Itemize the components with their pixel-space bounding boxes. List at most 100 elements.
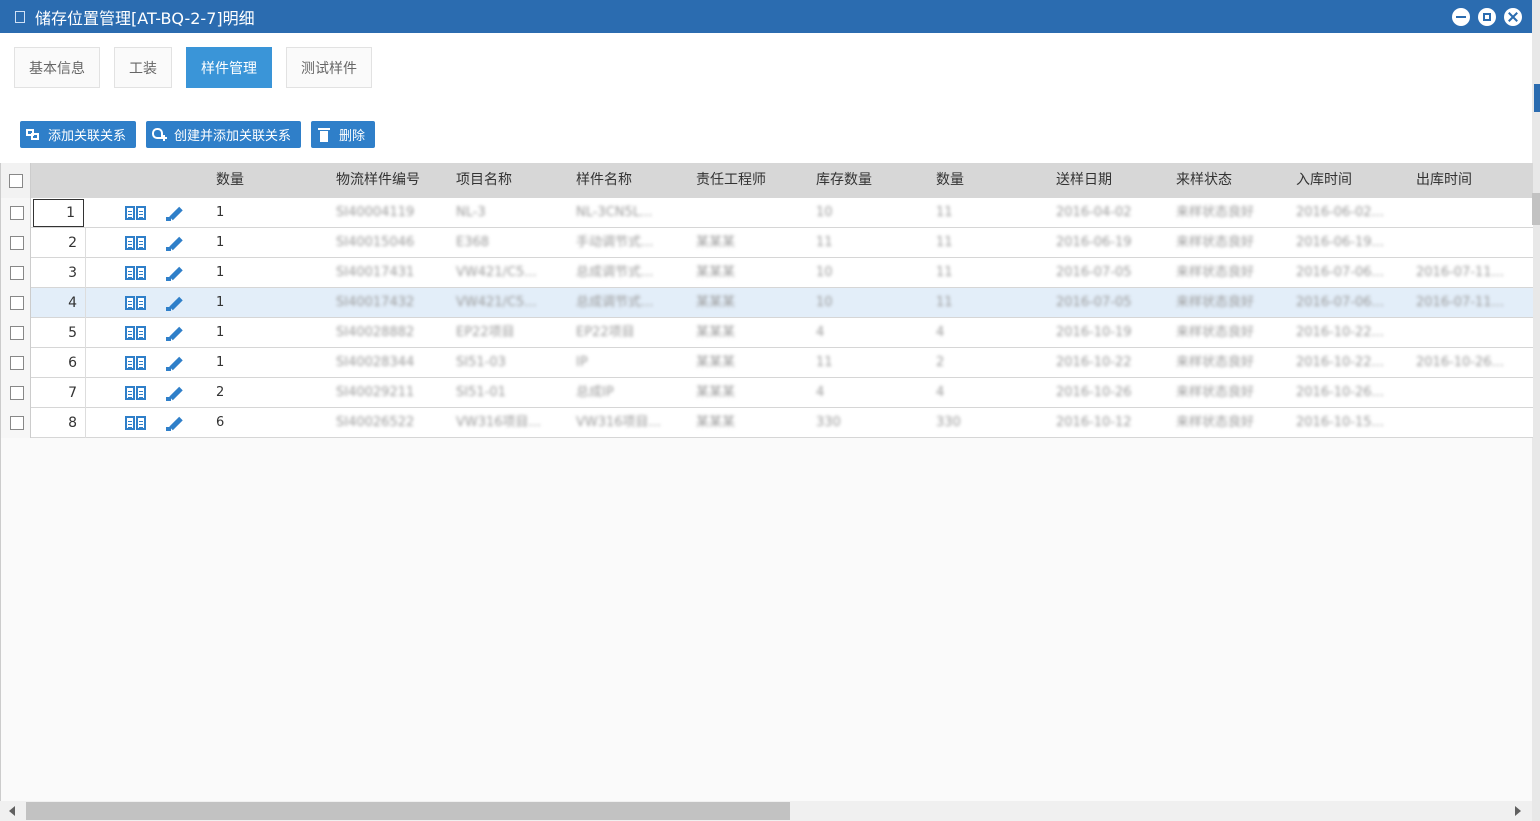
view-details-icon[interactable] — [125, 236, 146, 250]
row-checkbox[interactable] — [10, 206, 24, 220]
cell-engineer: 某某某 — [696, 325, 736, 340]
horizontal-scrollbar[interactable] — [0, 801, 1532, 821]
cell-out-time: 2016-07-11... — [1416, 295, 1504, 310]
window-titlebar: 储存位置管理[AT-BQ-2-7]明细 — [0, 0, 1532, 33]
row-checkbox[interactable] — [10, 416, 24, 430]
cell-engineer: 某某某 — [696, 265, 736, 280]
table-row[interactable]: 3 1 SI40017431 VW421/C5... 总成调节式... 某某某 10 11 20… — [1, 258, 1533, 288]
scroll-right-icon[interactable] — [1515, 806, 1521, 816]
edit-icon[interactable] — [166, 205, 183, 221]
header-checkbox-cell — [1, 163, 31, 198]
cell-count: 11 — [936, 265, 953, 280]
vertical-scroll-thumb[interactable] — [1532, 193, 1540, 225]
cell-stock: 4 — [816, 325, 825, 340]
cell-in-time: 2016-10-15... — [1296, 415, 1384, 430]
edit-icon[interactable] — [166, 325, 183, 341]
cell-count: 11 — [936, 295, 953, 310]
view-details-icon[interactable] — [125, 416, 146, 430]
view-details-icon[interactable] — [125, 326, 146, 340]
row-index: 2 — [32, 228, 86, 258]
row-index: 5 — [32, 318, 86, 348]
cell-qty: 6 — [216, 415, 225, 430]
view-details-icon[interactable] — [125, 296, 146, 310]
col-stock[interactable]: 库存数量 — [816, 163, 872, 198]
col-send-date[interactable]: 送样日期 — [1056, 163, 1112, 198]
table-row[interactable]: 2 1 SI40015046 E368 手动调节式... 某某某 11 11 2016-06-1… — [1, 228, 1533, 258]
cell-status: 来样状态良好 — [1176, 235, 1255, 250]
view-details-icon[interactable] — [125, 386, 146, 400]
cell-stock: 10 — [816, 205, 833, 220]
view-details-icon[interactable] — [125, 266, 146, 280]
cell-status: 来样状态良好 — [1176, 415, 1255, 430]
select-all-checkbox[interactable] — [9, 174, 23, 188]
cell-count: 4 — [936, 325, 945, 340]
cell-qty: 1 — [216, 265, 225, 280]
cell-project: VW421/C5... — [456, 295, 537, 310]
table-row[interactable]: 5 1 SI40028882 EP22项目 EP22项目 某某某 4 4 2016-10-19 来… — [1, 318, 1533, 348]
create-add-relation-button[interactable]: 创建并添加关联关系 — [146, 121, 302, 148]
edit-icon[interactable] — [166, 265, 183, 281]
delete-button[interactable]: 删除 — [311, 121, 376, 148]
row-checkbox[interactable] — [10, 296, 24, 310]
edit-icon[interactable] — [166, 385, 183, 401]
row-checkbox-cell — [1, 228, 31, 258]
table-row[interactable]: 4 1 SI40017432 VW421/C5... 总成调节式... 某某某 10 11 20… — [1, 288, 1533, 318]
cell-sample-name: VW316项目... — [576, 415, 661, 430]
edit-icon[interactable] — [166, 415, 183, 431]
edit-icon[interactable] — [166, 355, 183, 371]
col-out-time[interactable]: 出库时间 — [1416, 163, 1472, 198]
row-checkbox[interactable] — [10, 356, 24, 370]
col-in-time[interactable]: 入库时间 — [1296, 163, 1352, 198]
row-checkbox[interactable] — [10, 236, 24, 250]
add-relation-button[interactable]: 添加关联关系 — [20, 121, 137, 148]
cell-send-date: 2016-10-26 — [1056, 385, 1132, 400]
tab-test-samples[interactable]: 测试样件 — [286, 47, 372, 88]
table-row[interactable]: 7 2 SI40029211 SI51-01 总成IP 某某某 4 4 2016-10-26 来样… — [1, 378, 1533, 408]
cell-out-time — [1416, 378, 1528, 408]
side-strip — [1532, 0, 1540, 821]
tab-basic-info[interactable]: 基本信息 — [14, 47, 100, 88]
col-engineer[interactable]: 责任工程师 — [696, 163, 766, 198]
col-qty[interactable]: 数量 — [216, 163, 244, 198]
minimize-icon[interactable] — [1452, 8, 1470, 26]
col-status[interactable]: 来样状态 — [1176, 163, 1232, 198]
view-details-icon[interactable] — [125, 206, 146, 220]
col-sample-name[interactable]: 样件名称 — [576, 163, 632, 198]
cell-send-date: 2016-10-22 — [1056, 355, 1132, 370]
maximize-icon[interactable] — [1478, 8, 1496, 26]
col-count[interactable]: 数量 — [936, 163, 964, 198]
col-project[interactable]: 项目名称 — [456, 163, 512, 198]
view-details-icon[interactable] — [125, 356, 146, 370]
cell-in-time: 2016-10-22... — [1296, 325, 1384, 340]
table-row[interactable]: 8 6 SI40026522 VW316项目... VW316项目... 某某某 330 33… — [1, 408, 1533, 438]
cell-sample-name: NL-3CN5L... — [576, 205, 653, 220]
window-controls — [1452, 8, 1522, 26]
cell-engineer: 某某某 — [696, 415, 736, 430]
scroll-left-icon[interactable] — [9, 806, 15, 816]
cell-send-date: 2016-04-02 — [1056, 205, 1132, 220]
row-checkbox[interactable] — [10, 266, 24, 280]
row-checkbox[interactable] — [10, 326, 24, 340]
cell-send-date: 2016-10-12 — [1056, 415, 1132, 430]
cell-out-time: 2016-07-11... — [1416, 265, 1504, 280]
edit-icon[interactable] — [166, 235, 183, 251]
row-index: 3 — [32, 258, 86, 288]
table-row[interactable]: 6 1 SI40028344 SI51-03 IP 某某某 11 2 2016-10-22 来样状… — [1, 348, 1533, 378]
row-index: 1 — [33, 199, 84, 227]
tab-bar: 基本信息 工装 样件管理 测试样件 — [14, 47, 372, 88]
toolbar: 添加关联关系 创建并添加关联关系 删除 — [20, 121, 376, 148]
table-row[interactable]: 1 1 SI40004119 NL-3 NL-3CN5L... 10 11 2016-04-0… — [1, 198, 1533, 228]
cell-engineer: 某某某 — [696, 355, 736, 370]
tab-sample-management[interactable]: 样件管理 — [186, 47, 272, 88]
close-icon[interactable] — [1504, 8, 1522, 26]
cell-engineer: 某某某 — [696, 385, 736, 400]
row-checkbox[interactable] — [10, 386, 24, 400]
edit-icon[interactable] — [166, 295, 183, 311]
col-logistics-no[interactable]: 物流样件编号 — [336, 163, 420, 198]
cell-logistics-no: SI40004119 — [336, 205, 415, 220]
row-checkbox-cell — [1, 318, 31, 348]
tab-tooling[interactable]: 工装 — [114, 47, 172, 88]
side-collapse-tab[interactable] — [1534, 84, 1540, 112]
horizontal-scroll-thumb[interactable] — [26, 802, 790, 820]
row-index: 8 — [32, 408, 86, 438]
